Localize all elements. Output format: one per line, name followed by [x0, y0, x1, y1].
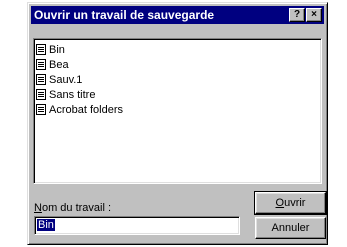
list-item-label: Acrobat folders [49, 103, 123, 116]
document-icon [36, 59, 46, 70]
list-item[interactable]: Bin [36, 42, 319, 57]
open-button-label: uvrir [284, 197, 306, 209]
dialog-title: Ouvrir un travail de sauvegarde [34, 8, 215, 22]
title-bar[interactable]: Ouvrir un travail de sauvegarde ? × [31, 6, 324, 24]
job-name-label-accesskey: N [34, 202, 42, 214]
job-name-label-text: om du travail : [41, 202, 112, 214]
cancel-button[interactable]: Annuler [255, 217, 326, 239]
help-button[interactable]: ? [289, 8, 305, 22]
list-item-label: Bin [49, 43, 65, 56]
document-icon [36, 44, 46, 55]
list-item-label: Sans titre [49, 88, 96, 101]
document-icon [36, 89, 46, 100]
close-icon: × [311, 9, 317, 20]
job-listbox[interactable]: Bin Bea Sauv.1 Sans titre Acrobat folder… [33, 38, 322, 184]
cancel-button-label: Annuler [271, 222, 310, 234]
open-backup-dialog: Ouvrir un travail de sauvegarde ? × Bin … [27, 2, 328, 245]
list-item[interactable]: Sauv.1 [36, 72, 319, 87]
list-item[interactable]: Sans titre [36, 87, 319, 102]
job-name-value: Bin [37, 219, 55, 231]
list-item[interactable]: Acrobat folders [36, 102, 319, 117]
help-icon: ? [293, 9, 301, 20]
list-item-label: Sauv.1 [49, 73, 83, 86]
close-button[interactable]: × [306, 8, 322, 22]
job-name-input[interactable]: Bin [34, 216, 240, 235]
open-button[interactable]: Ouvrir [254, 191, 327, 215]
list-item-label: Bea [49, 58, 69, 71]
list-item[interactable]: Bea [36, 57, 319, 72]
open-button-accesskey: O [275, 197, 285, 209]
document-icon [36, 104, 46, 115]
job-name-label: Nom du travail : [34, 202, 111, 214]
document-icon [36, 74, 46, 85]
